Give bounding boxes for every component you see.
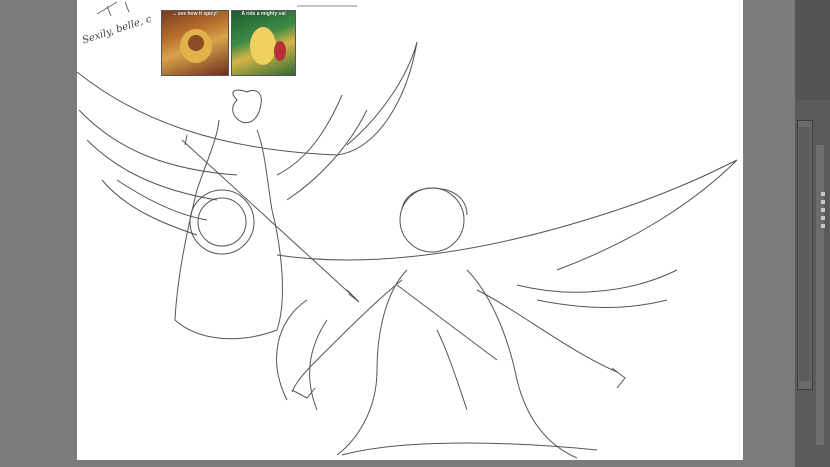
vertical-scrollbar[interactable]: [797, 120, 813, 390]
grip-icon[interactable]: [821, 208, 825, 212]
figure-blob: [250, 27, 276, 65]
grip-icon[interactable]: [821, 200, 825, 204]
right-panel[interactable]: [795, 0, 830, 467]
reference-image-left[interactable]: ... see how it spicy!: [161, 10, 229, 76]
grip-icon[interactable]: [821, 216, 825, 220]
reference-image-right[interactable]: A ride a mighty val: [231, 10, 296, 76]
figure-face: [188, 35, 204, 51]
workspace[interactable]: ... see how it spicy! A ride a mighty va…: [0, 0, 795, 467]
scrollbar-thumb[interactable]: [799, 127, 811, 381]
accent-blob: [274, 41, 286, 61]
reference-caption-right: A ride a mighty val: [241, 11, 286, 17]
panel-divider: [816, 145, 824, 445]
grip-icon[interactable]: [821, 192, 825, 196]
reference-caption-left: ... see how it spicy!: [172, 11, 218, 17]
drawing-canvas[interactable]: ... see how it spicy! A ride a mighty va…: [77, 0, 743, 460]
panel-header: [795, 0, 830, 100]
grip-icon[interactable]: [821, 224, 825, 228]
